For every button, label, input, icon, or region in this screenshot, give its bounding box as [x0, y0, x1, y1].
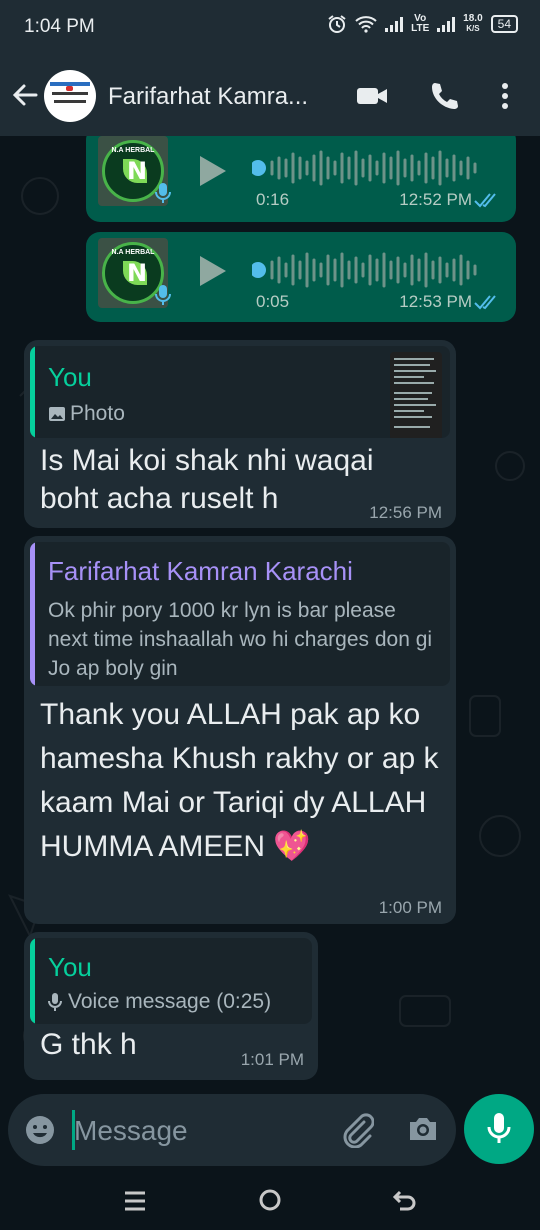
play-icon[interactable] [198, 254, 228, 288]
mic-icon [48, 993, 62, 1011]
voice-waveform[interactable] [252, 250, 498, 290]
quote-text: Ok phir pory 1000 kr lyn is bar please n… [48, 599, 433, 680]
home-icon[interactable] [258, 1188, 282, 1212]
message-time: 12:53 PM [399, 292, 472, 311]
lte-label: Vo LTE [411, 13, 430, 34]
camera-icon[interactable] [406, 1112, 440, 1146]
herbal-logo-text: N.A HERBAL [111, 249, 155, 256]
message-time: 1:00 PM [378, 898, 442, 917]
read-ticks-icon [474, 193, 496, 208]
message-time: 1:01 PM [240, 1050, 304, 1069]
signal-icon [385, 16, 404, 32]
avatar[interactable] [44, 70, 96, 122]
mic-icon [155, 285, 171, 305]
chat-area[interactable]: N.A HERBAL N 0:16 12:52 PM N.A HERBAL N 0:… [0, 136, 540, 1156]
quoted-message[interactable]: Farifarhat Kamran Karachi Ok phir pory 1… [30, 542, 450, 686]
network-speed: 18.0 K/S [463, 14, 482, 34]
more-options-icon[interactable] [490, 78, 520, 114]
network-speed-unit: K/S [466, 24, 480, 33]
system-nav-bar [0, 1170, 540, 1230]
play-icon[interactable] [198, 154, 228, 188]
voice-record-button[interactable] [464, 1094, 534, 1164]
read-ticks-icon [474, 295, 496, 310]
network-speed-value: 18.0 [463, 13, 483, 24]
message-composer[interactable]: Message [8, 1094, 456, 1166]
quoted-message[interactable]: You Voice message (0:25) [30, 938, 312, 1024]
recent-apps-icon[interactable] [122, 1190, 148, 1212]
herbal-logo-text: N.A HERBAL [111, 147, 155, 154]
video-call-icon[interactable] [354, 78, 390, 114]
voice-waveform[interactable] [252, 148, 498, 188]
message-text: Thank you ALLAH pak ap ko hamesha Khush … [40, 698, 439, 863]
back-nav-icon[interactable] [392, 1188, 418, 1214]
quote-label: Voice message (0:25) [68, 990, 272, 1013]
emoji-icon[interactable] [24, 1114, 56, 1146]
status-time: 1:04 PM [24, 16, 95, 37]
quote-author: You [48, 362, 92, 392]
mic-icon [487, 1113, 511, 1143]
incoming-message-bubble[interactable]: Farifarhat Kamran Karachi Ok phir pory 1… [24, 536, 456, 924]
photo-thumbnail [390, 352, 442, 438]
quoted-message[interactable]: You Photo [30, 346, 450, 438]
voice-message-bubble[interactable]: N.A HERBAL N 0:16 12:52 PM [86, 136, 516, 222]
mic-icon [155, 183, 171, 203]
signal-icon-2 [437, 16, 456, 32]
contact-name[interactable]: Farifarhat Kamra... [108, 83, 308, 111]
message-input[interactable]: Message [74, 1115, 188, 1147]
quote-label: Photo [70, 402, 125, 425]
incoming-message-bubble[interactable]: You Voice message (0:25) G thk h 1:01 PM [24, 932, 318, 1080]
message-time: 12:52 PM [399, 190, 472, 209]
message-time: 12:56 PM [369, 503, 442, 522]
alarm-icon [328, 15, 346, 33]
status-bar: 1:04 PM Vo LTE 18.0 K/S 54 [0, 0, 540, 56]
back-arrow-icon[interactable] [10, 80, 40, 110]
status-icons: Vo LTE 18.0 K/S 54 [327, 14, 518, 34]
voice-duration: 0:16 [256, 190, 290, 209]
wifi-icon [355, 16, 377, 33]
quote-author: You [48, 952, 92, 982]
attach-icon[interactable] [340, 1112, 374, 1148]
phone-icon[interactable] [426, 78, 462, 114]
voice-message-bubble[interactable]: N.A HERBAL N 0:05 12:53 PM [86, 232, 516, 322]
incoming-message-bubble[interactable]: You Photo Is Mai koi shak nhi waqai boht… [24, 340, 456, 528]
chat-header: Farifarhat Kamra... [0, 56, 540, 136]
voice-duration: 0:05 [256, 292, 290, 311]
message-text: G thk h [40, 1028, 137, 1061]
battery-indicator: 54 [490, 15, 518, 33]
photo-icon [49, 407, 65, 421]
quote-author: Farifarhat Kamran Karachi [48, 556, 353, 586]
